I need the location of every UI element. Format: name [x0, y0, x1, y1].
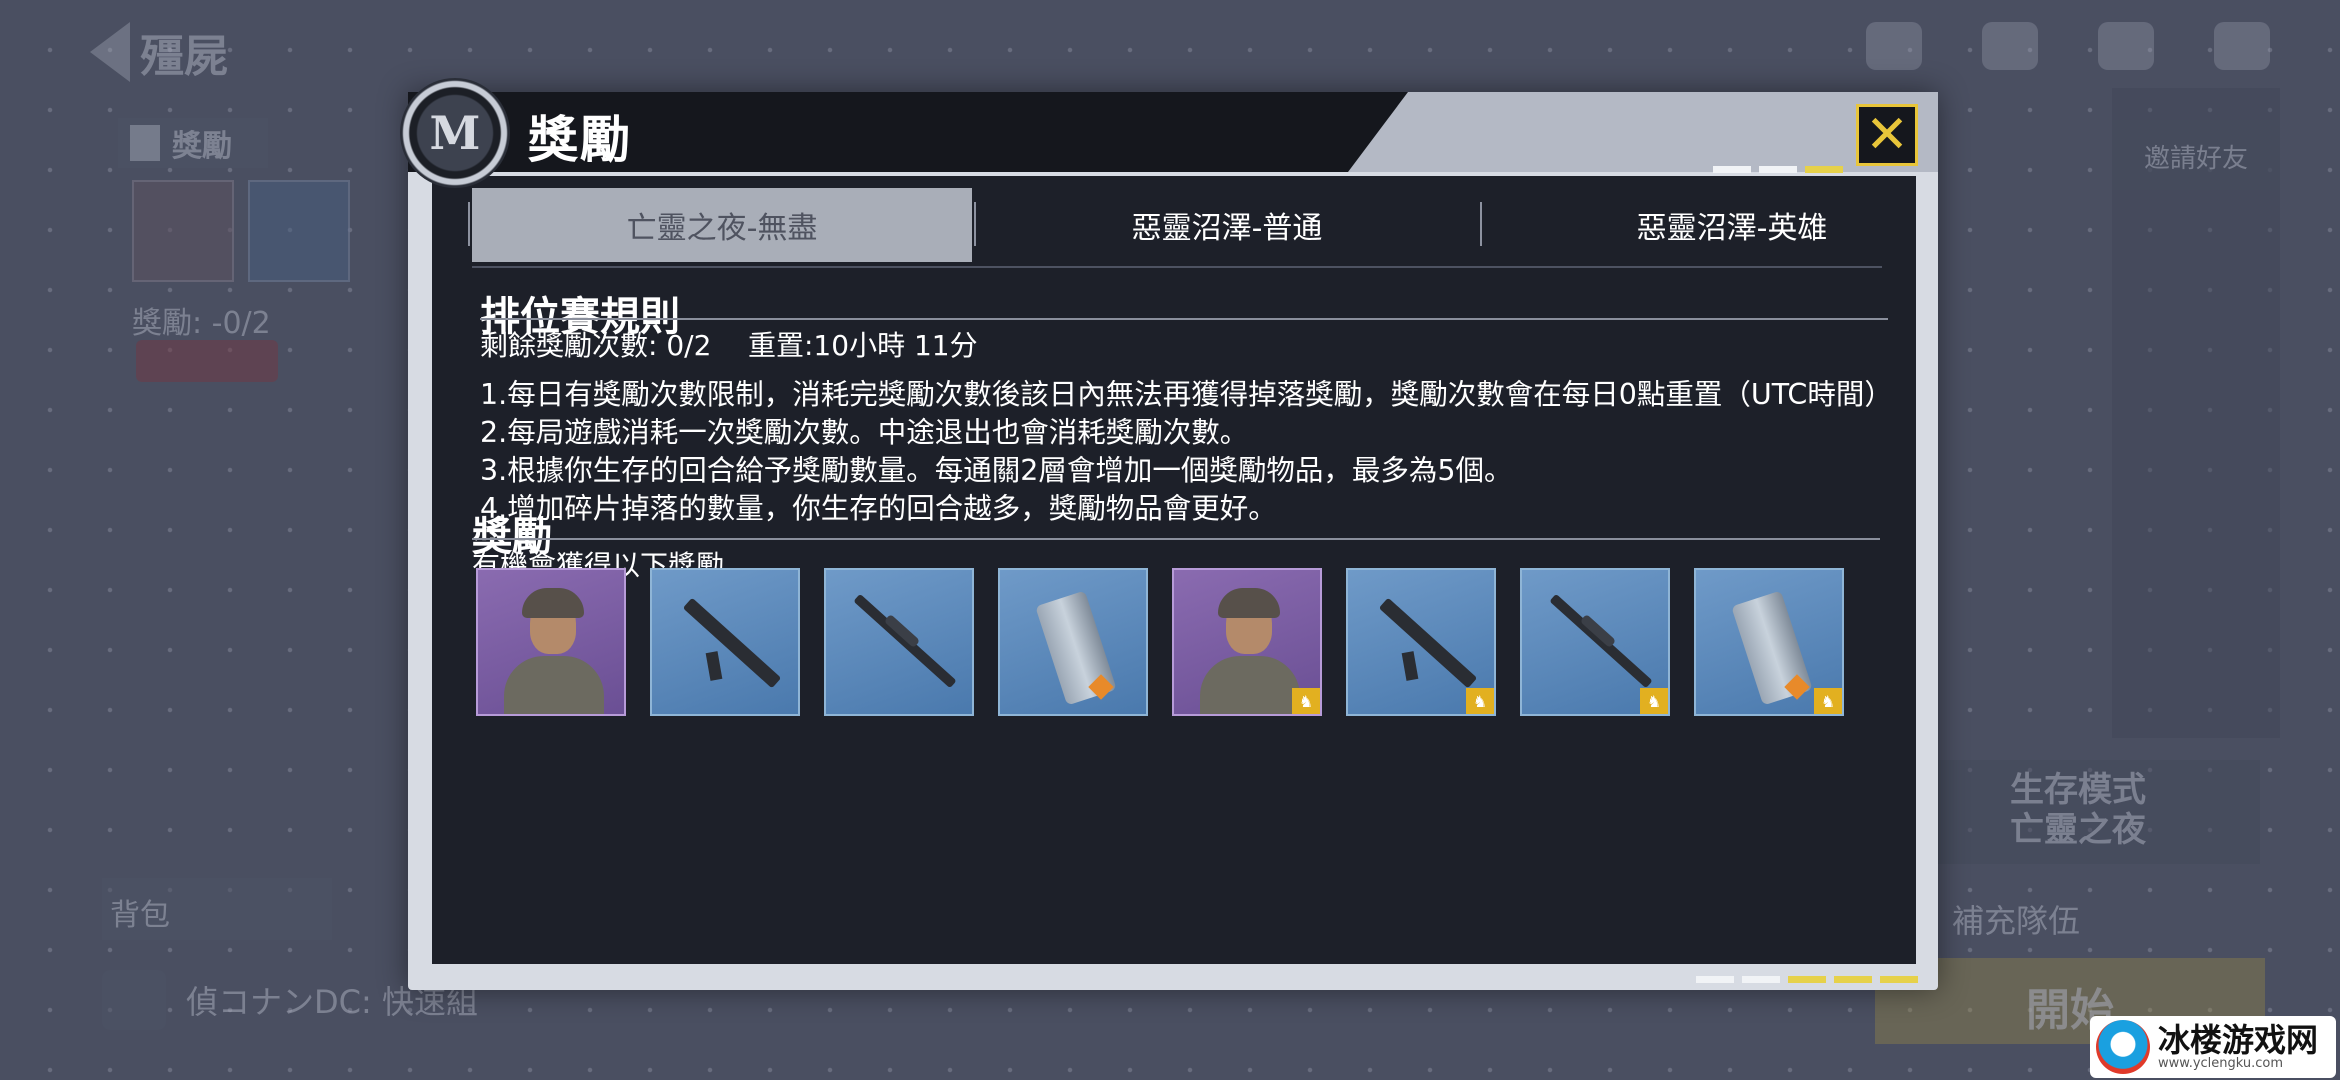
rules-list: 1.每日有獎勵次數限制，消耗完獎勵次數後該日內無法再獲得掉落獎勵，獎勵次數會在每… [480, 376, 1900, 528]
watermark-sub: www.yclengku.com [2158, 1056, 2284, 1071]
rule-3: 3.根據你生存的回合給予獎勵數量。每通關2層會增加一個獎勵物品，最多為5個。 [480, 454, 1513, 487]
rewards-dialog: M 獎勵 ✕ 亡靈之夜-無盡 惡靈沼澤-普通 惡靈沼澤-英雄 排位賽規則 剩餘獎… [400, 78, 1938, 990]
bonus-badge-icon: ♞ [1292, 688, 1320, 714]
reward-item[interactable] [998, 568, 1148, 716]
tab-divider [974, 202, 976, 246]
bonus-badge-icon: ♞ [1814, 688, 1842, 714]
reward-items: ♞ ♞ ♞ ♞ [476, 568, 1844, 716]
soldier-portrait-icon [522, 588, 584, 618]
bonus-badge-icon: ♞ [1640, 688, 1668, 714]
tab-divider [468, 202, 470, 246]
bonus-badge-icon: ♞ [1466, 688, 1494, 714]
tab-bar: 亡靈之夜-無盡 惡靈沼澤-普通 惡靈沼澤-英雄 [468, 188, 1882, 268]
watermark-main: 冰楼游戏网 [2158, 1021, 2319, 1059]
rule-1: 1.每日有獎勵次數限制，消耗完獎勵次數後該日內無法再獲得掉落獎勵，獎勵次數會在每… [480, 378, 1893, 411]
rule-4: 4.增加碎片掉落的數量，你生存的回合越多，獎勵物品會更好。 [480, 492, 1277, 525]
tab-swamp-normal[interactable]: 惡靈沼澤-普通 [977, 188, 1477, 262]
reward-item[interactable]: ♞ [1520, 568, 1670, 716]
reward-item[interactable] [650, 568, 800, 716]
tab-swamp-hero[interactable]: 惡靈沼澤-英雄 [1482, 188, 1982, 262]
close-button[interactable]: ✕ [1856, 104, 1918, 166]
dialog-content: 亡靈之夜-無盡 惡靈沼澤-普通 惡靈沼澤-英雄 排位賽規則 剩餘獎勵次數: 0/… [432, 176, 1916, 964]
dialog-title: 獎勵 [528, 111, 632, 169]
watermark-logo-icon [2096, 1020, 2150, 1074]
rules-divider [480, 318, 1888, 320]
header-light-strip [1308, 92, 1938, 172]
header-dashes [1713, 166, 1843, 173]
reward-item[interactable] [476, 568, 626, 716]
soldier-portrait-icon [1218, 588, 1280, 618]
rewards-divider [472, 538, 1880, 540]
footer-dashes [1696, 976, 1918, 983]
remaining-rewards: 剩餘獎勵次數: 0/2 [480, 329, 712, 362]
close-x-icon: ✕ [1865, 105, 1909, 165]
reward-item[interactable]: ♞ [1172, 568, 1322, 716]
assault-rifle-icon [682, 597, 782, 689]
watermark: 冰楼游戏网 www.yclengku.com [2090, 1016, 2336, 1078]
assault-rifle-icon [1378, 597, 1478, 689]
rule-2: 2.每局遊戲消耗一次獎勵次數。中途退出也會消耗獎勵次數。 [480, 416, 1249, 449]
reward-item[interactable] [824, 568, 974, 716]
reset-timer: 重置:10小時 11分 [748, 329, 978, 362]
reward-item[interactable]: ♞ [1694, 568, 1844, 716]
mode-emblem-icon: M [400, 78, 510, 188]
tab-night-endless[interactable]: 亡靈之夜-無盡 [472, 188, 972, 262]
reward-item[interactable]: ♞ [1346, 568, 1496, 716]
